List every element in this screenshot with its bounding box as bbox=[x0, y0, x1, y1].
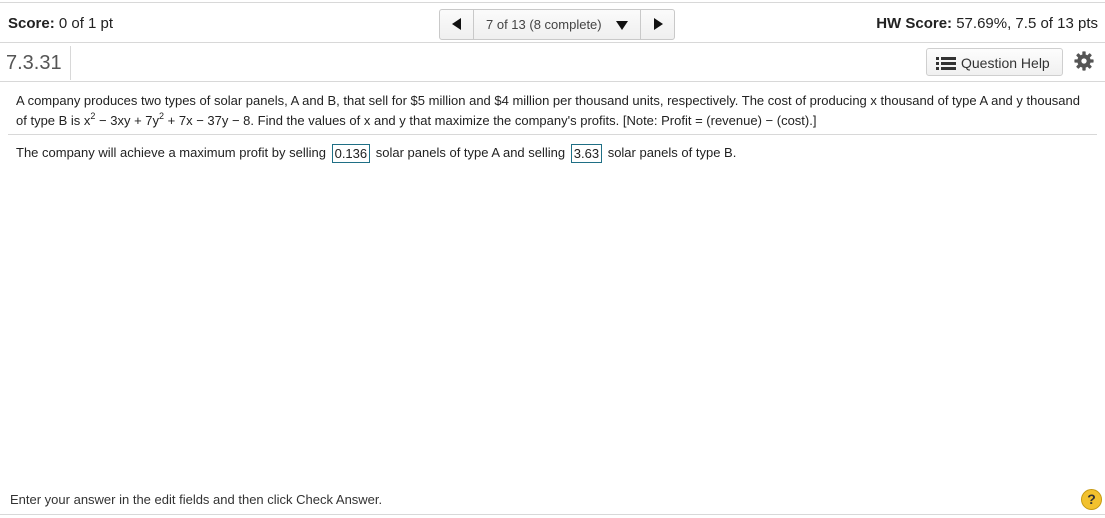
problem-divider bbox=[8, 134, 1097, 135]
list-icon bbox=[936, 57, 956, 70]
score-bar: Score: 0 of 1 pt 7 of 13 (8 complete) HW… bbox=[0, 2, 1105, 43]
problem-middle: − 3xy + 7y bbox=[95, 113, 160, 128]
question-help-button[interactable]: Question Help bbox=[926, 48, 1063, 76]
answer-statement: The company will achieve a maximum profi… bbox=[16, 143, 737, 164]
question-score: Score: 0 of 1 pt bbox=[8, 15, 113, 32]
caret-down-icon bbox=[616, 21, 628, 30]
gear-icon[interactable] bbox=[1074, 51, 1094, 71]
hw-score-label: HW Score: bbox=[876, 15, 953, 32]
problem-outro: + 7x − 37y − 8. Find the values of x and… bbox=[164, 113, 817, 128]
answer-middle: solar panels of type A and selling bbox=[375, 145, 566, 160]
question-select-dropdown[interactable]: 7 of 13 (8 complete) bbox=[474, 10, 640, 39]
problem-statement: A company produces two types of solar pa… bbox=[16, 91, 1091, 131]
help-icon[interactable]: ? bbox=[1081, 489, 1102, 510]
question-number: 7.3.31 bbox=[6, 52, 62, 74]
answer-prefix: The company will achieve a maximum profi… bbox=[16, 145, 326, 160]
previous-question-button[interactable] bbox=[440, 10, 473, 39]
question-position-label: 7 of 13 (8 complete) bbox=[486, 17, 602, 32]
hw-score-value: 57.69%, 7.5 of 13 pts bbox=[956, 15, 1098, 32]
footer-instruction: Enter your answer in the edit fields and… bbox=[10, 492, 383, 507]
question-navigator: 7 of 13 (8 complete) bbox=[439, 9, 675, 40]
footer-bar: Enter your answer in the edit fields and… bbox=[0, 487, 1105, 515]
arrow-right-icon bbox=[654, 18, 663, 30]
answer-suffix: solar panels of type B. bbox=[607, 145, 737, 160]
next-question-button[interactable] bbox=[641, 10, 674, 39]
question-header: 7.3.31 Question Help bbox=[0, 43, 1105, 82]
question-help-label: Question Help bbox=[961, 55, 1050, 71]
homework-score: HW Score: 57.69%, 7.5 of 13 pts bbox=[876, 15, 1098, 32]
answer-field-type-a[interactable]: 0.136 bbox=[331, 144, 371, 164]
score-value: 0 of 1 pt bbox=[58, 15, 114, 32]
answer-field-type-b[interactable]: 3.63 bbox=[570, 144, 603, 164]
homework-player: Score: 0 of 1 pt 7 of 13 (8 complete) HW… bbox=[0, 0, 1105, 518]
header-divider bbox=[70, 46, 71, 80]
arrow-left-icon bbox=[452, 18, 461, 30]
score-label: Score: bbox=[8, 15, 55, 32]
